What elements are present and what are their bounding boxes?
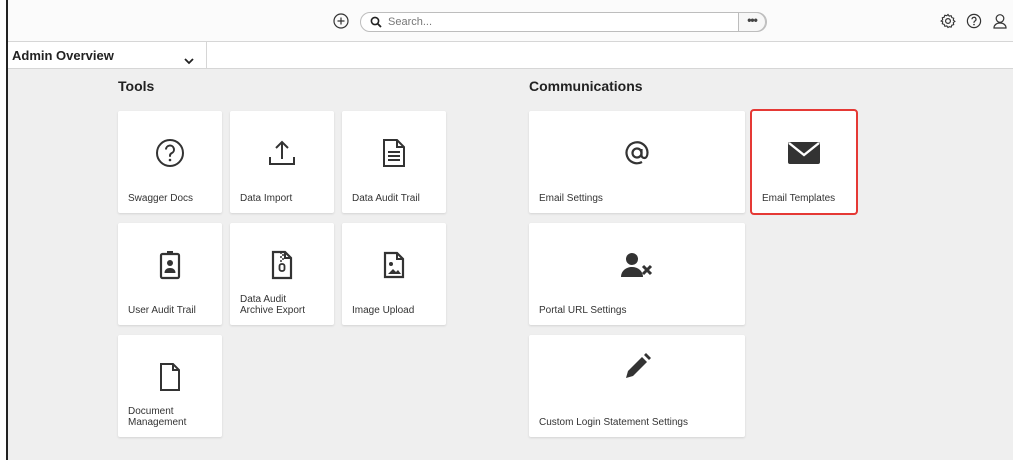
tile-label: Email Settings bbox=[539, 193, 603, 204]
user-icon[interactable] bbox=[991, 12, 1009, 30]
user-x-icon bbox=[529, 247, 745, 283]
view-selector-label: Admin Overview bbox=[12, 48, 114, 63]
tile-image-upload[interactable]: Image Upload bbox=[342, 223, 446, 325]
upload-icon bbox=[230, 135, 334, 171]
tile-data-import[interactable]: Data Import bbox=[230, 111, 334, 213]
tile-swagger-docs[interactable]: Swagger Docs bbox=[118, 111, 222, 213]
search-box: ••• bbox=[360, 12, 767, 32]
search-icon bbox=[370, 15, 384, 29]
tile-data-audit-archive-export[interactable]: Data Audit Archive Export bbox=[230, 223, 334, 325]
tile-label: Swagger Docs bbox=[128, 193, 194, 204]
zip-file-icon bbox=[230, 247, 334, 283]
id-badge-icon bbox=[118, 247, 222, 283]
gear-icon[interactable] bbox=[939, 12, 957, 30]
view-bar: Admin Overview bbox=[8, 42, 1013, 69]
at-sign-icon bbox=[529, 135, 745, 171]
tile-label: User Audit Trail bbox=[128, 305, 196, 316]
search-options-button[interactable]: ••• bbox=[738, 12, 766, 32]
tile-label: Portal URL Settings bbox=[539, 305, 627, 316]
tile-label: Email Templates bbox=[762, 193, 836, 204]
tile-custom-login-statement-settings[interactable]: Custom Login Statement Settings bbox=[529, 335, 745, 437]
tile-document-management[interactable]: Document Management bbox=[118, 335, 222, 437]
plus-circle-icon[interactable] bbox=[332, 12, 350, 30]
image-file-icon bbox=[342, 247, 446, 283]
question-circle-icon bbox=[118, 135, 222, 171]
help-icon[interactable] bbox=[965, 12, 983, 30]
envelope-icon bbox=[752, 135, 856, 171]
tile-label: Image Upload bbox=[352, 305, 415, 316]
document-lines-icon bbox=[342, 135, 446, 171]
view-selector[interactable]: Admin Overview bbox=[8, 42, 207, 69]
chevron-down-icon bbox=[184, 52, 194, 70]
tools-section-title: Tools bbox=[118, 78, 155, 94]
tile-label: Document Management bbox=[128, 406, 187, 428]
top-bar: ••• bbox=[8, 0, 1013, 42]
tile-email-settings[interactable]: Email Settings bbox=[529, 111, 745, 213]
tile-portal-url-settings[interactable]: Portal URL Settings bbox=[529, 223, 745, 325]
app-window: ••• Admin Overview Tools Swagger Doc bbox=[6, 0, 1013, 460]
pencil-icon bbox=[529, 349, 745, 385]
blank-document-icon bbox=[118, 359, 222, 395]
tile-user-audit-trail[interactable]: User Audit Trail bbox=[118, 223, 222, 325]
tile-label: Data Import bbox=[240, 193, 293, 204]
communications-section-title: Communications bbox=[529, 78, 643, 94]
tile-data-audit-trail[interactable]: Data Audit Trail bbox=[342, 111, 446, 213]
search-input[interactable] bbox=[388, 14, 688, 30]
tile-label: Custom Login Statement Settings bbox=[539, 417, 688, 428]
tile-label: Data Audit Archive Export bbox=[240, 294, 306, 316]
tile-email-templates[interactable]: Email Templates bbox=[750, 109, 858, 215]
tile-label: Data Audit Trail bbox=[352, 193, 420, 204]
